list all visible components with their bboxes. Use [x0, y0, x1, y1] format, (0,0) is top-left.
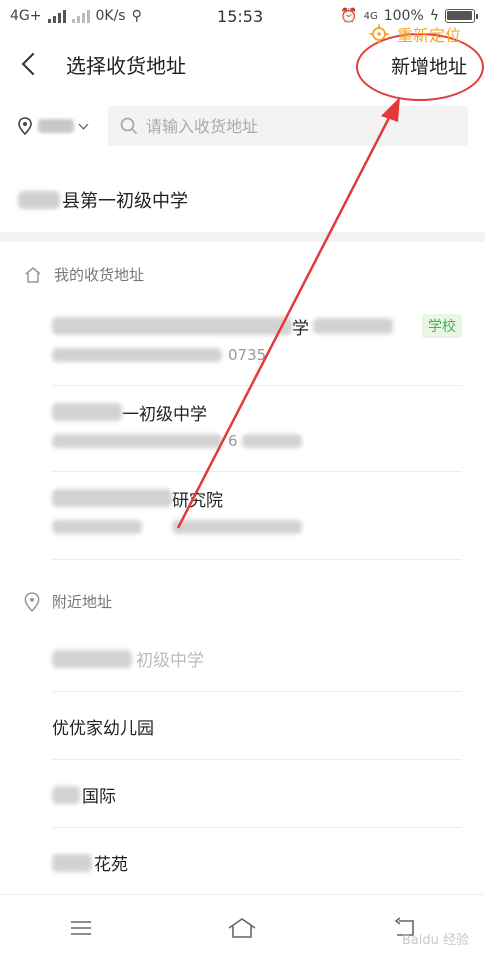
redacted-text	[241, 434, 302, 448]
address-line2: 6	[52, 430, 462, 452]
address-line2: 0735	[52, 344, 462, 366]
signal-secondary-icon	[71, 9, 90, 23]
address-phone: 6	[228, 432, 238, 450]
menu-button[interactable]	[51, 903, 111, 953]
crosshair-icon	[369, 24, 389, 44]
current-location-text: 县第一初级中学	[62, 191, 188, 212]
relocate-label: 重新定位	[396, 26, 461, 45]
battery-icon	[445, 9, 478, 23]
home-button[interactable]	[212, 903, 272, 953]
section-divider	[0, 232, 485, 242]
redacted-text	[52, 520, 142, 534]
nearby-item[interactable]: 国际	[52, 762, 462, 828]
address-line2	[52, 516, 462, 538]
address-item[interactable]: 一初级中学 6	[52, 400, 462, 472]
network-label: 4G+	[10, 8, 42, 24]
search-icon	[120, 117, 138, 135]
watermark: Baidu 经验	[401, 933, 469, 948]
back-chevron-icon	[21, 52, 45, 76]
location-pin-icon	[24, 591, 40, 612]
redacted-text	[313, 318, 393, 334]
address-item[interactable]: 研究院	[52, 486, 462, 560]
redacted-text	[52, 434, 222, 448]
address-text: 研究院	[172, 490, 223, 511]
speed-label: 0K/s	[95, 8, 126, 24]
search-input[interactable]	[146, 116, 446, 136]
nearby-item[interactable]: 优优家幼儿园	[52, 694, 462, 760]
back-button[interactable]	[0, 32, 60, 96]
page-title: 选择收货地址	[66, 53, 186, 78]
redacted-text	[18, 191, 60, 209]
address-line1: 研究院	[52, 486, 462, 511]
nearby-item-label: 初级中学	[136, 651, 204, 671]
system-nav-bar	[0, 894, 485, 960]
address-line1: 一初级中学	[52, 400, 462, 425]
redacted-text	[52, 317, 292, 335]
redacted-text	[52, 348, 222, 362]
redacted-text	[172, 520, 302, 534]
nearby-heading: 附近地址	[24, 591, 112, 612]
nearby-label: 附近地址	[52, 593, 113, 611]
nearby-item-label: 优优家幼儿园	[52, 719, 154, 739]
address-tag: 学校	[422, 314, 462, 338]
chevron-down-icon	[78, 119, 89, 129]
current-location[interactable]: 县第一初级中学	[0, 168, 485, 232]
city-selector[interactable]	[18, 117, 108, 135]
home-nav-icon	[229, 917, 256, 938]
relocate-button[interactable]: 重新定位	[369, 22, 461, 46]
redacted-text	[52, 489, 172, 507]
network-right-label: 4G	[363, 10, 378, 22]
address-phone: 0735	[228, 346, 267, 364]
address-item[interactable]: 学 0735 学校	[52, 314, 462, 386]
alarm-icon: ⏰	[340, 8, 358, 24]
status-left: 4G+ 0K/s ⚲	[10, 8, 180, 24]
status-time: 15:53	[217, 6, 264, 26]
nearby-item[interactable]: 初级中学	[52, 626, 462, 692]
home-icon	[25, 266, 41, 283]
signal-icon	[47, 9, 66, 23]
redacted-text	[52, 403, 122, 421]
menu-icon	[70, 920, 91, 935]
address-text: 学	[292, 318, 309, 339]
search-box[interactable]	[108, 106, 468, 146]
nearby-item-label: 花苑	[94, 855, 128, 875]
search-row	[0, 100, 485, 152]
my-addresses-heading: 我的收货地址	[24, 264, 144, 285]
address-line1: 学	[52, 314, 462, 339]
nearby-item-label: 国际	[82, 787, 116, 807]
nearby-item[interactable]: 花苑	[52, 830, 462, 896]
location-pin-icon	[18, 117, 32, 135]
redacted-text	[52, 853, 92, 872]
add-address-button[interactable]: 新增地址	[391, 52, 467, 79]
redacted-text	[52, 649, 132, 668]
redacted-text	[52, 785, 80, 804]
usb-icon: ⚲	[131, 8, 142, 24]
city-name-redacted	[38, 119, 74, 133]
address-text: 一初级中学	[122, 404, 207, 425]
my-addresses-label: 我的收货地址	[54, 266, 145, 284]
